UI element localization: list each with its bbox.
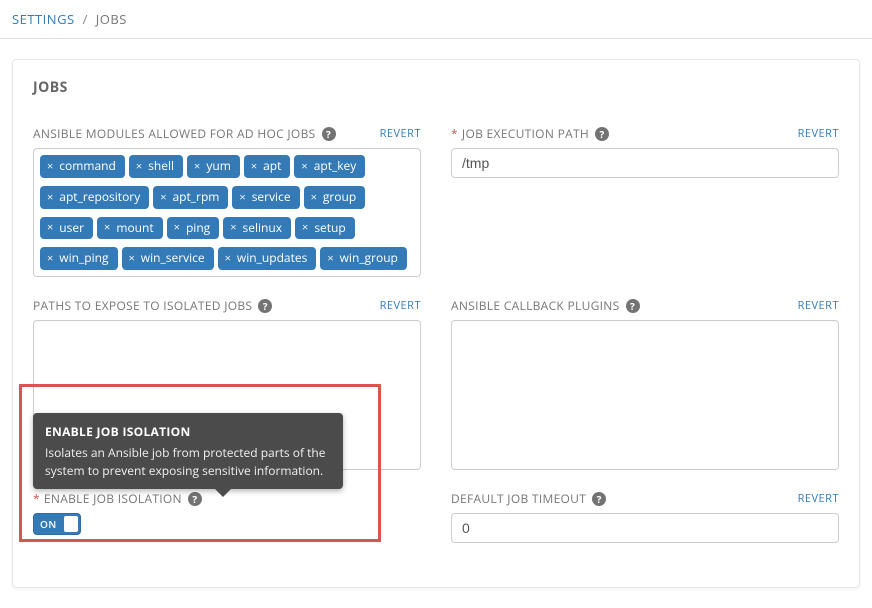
isolation-label: * ENABLE JOB ISOLATION ? xyxy=(33,490,202,507)
modules-label: ANSIBLE MODULES ALLOWED FOR AD HOC JOBS … xyxy=(33,125,336,142)
remove-tag-icon[interactable]: × xyxy=(104,220,110,235)
tag-label: service xyxy=(252,189,291,206)
tag-label: group xyxy=(323,189,356,206)
page-title: JOBS xyxy=(33,78,839,97)
module-tag[interactable]: × group xyxy=(304,186,366,209)
remove-tag-icon[interactable]: × xyxy=(47,190,53,205)
toggle-knob xyxy=(64,516,78,532)
callback-plugins-input[interactable] xyxy=(451,320,839,470)
module-tag[interactable]: × apt_repository xyxy=(40,186,149,209)
module-tag[interactable]: × yum xyxy=(187,155,240,178)
tooltip-arrow xyxy=(215,489,231,497)
remove-tag-icon[interactable]: × xyxy=(301,159,307,174)
callback-label: ANSIBLE CALLBACK PLUGINS ? xyxy=(451,297,640,314)
module-tag[interactable]: × apt_key xyxy=(294,155,365,178)
tag-label: win_ping xyxy=(59,250,108,267)
remove-tag-icon[interactable]: × xyxy=(47,220,53,235)
timeout-input[interactable] xyxy=(451,513,839,543)
remove-tag-icon[interactable]: × xyxy=(251,159,257,174)
module-tag[interactable]: × win_updates xyxy=(218,247,317,270)
tag-label: win_group xyxy=(340,250,398,267)
module-tag[interactable]: × win_service xyxy=(122,247,214,270)
required-indicator: * xyxy=(33,490,40,507)
exec-path-input[interactable] xyxy=(451,148,839,178)
revert-exec-path-button[interactable]: REVERT xyxy=(798,126,839,141)
tooltip-body: Isolates an Ansible job from protected p… xyxy=(45,444,331,479)
remove-tag-icon[interactable]: × xyxy=(239,190,245,205)
help-icon[interactable]: ? xyxy=(258,299,272,313)
module-tag[interactable]: × win_ping xyxy=(40,247,118,270)
tag-label: setup xyxy=(314,220,345,237)
tag-label: apt_repository xyxy=(59,189,140,206)
module-tag[interactable]: × ping xyxy=(167,217,220,240)
breadcrumb-current: JOBS xyxy=(96,10,127,28)
tag-label: user xyxy=(59,220,84,237)
timeout-label: DEFAULT JOB TIMEOUT ? xyxy=(451,490,606,507)
tag-label: command xyxy=(59,158,116,175)
toggle-on-label: ON xyxy=(34,517,57,531)
tag-label: win_updates xyxy=(237,250,307,267)
modules-tag-input[interactable]: × command × shell × yum × apt × apt_key × apt_repos… xyxy=(33,148,421,277)
tag-label: apt xyxy=(263,158,281,175)
tag-label: apt_rpm xyxy=(173,189,220,206)
help-icon[interactable]: ? xyxy=(188,492,202,506)
remove-tag-icon[interactable]: × xyxy=(194,159,200,174)
module-tag[interactable]: × user xyxy=(40,217,93,240)
remove-tag-icon[interactable]: × xyxy=(327,251,333,266)
module-tag[interactable]: × win_group xyxy=(320,247,407,270)
remove-tag-icon[interactable]: × xyxy=(160,190,166,205)
remove-tag-icon[interactable]: × xyxy=(302,220,308,235)
tag-label: apt_key xyxy=(314,158,357,175)
remove-tag-icon[interactable]: × xyxy=(174,220,180,235)
module-tag[interactable]: × shell xyxy=(129,155,183,178)
remove-tag-icon[interactable]: × xyxy=(129,251,135,266)
tag-label: yum xyxy=(206,158,230,175)
help-icon[interactable]: ? xyxy=(322,127,336,141)
module-tag[interactable]: × command xyxy=(40,155,125,178)
remove-tag-icon[interactable]: × xyxy=(47,159,53,174)
tag-label: win_service xyxy=(141,250,205,267)
breadcrumb-settings-link[interactable]: SETTINGS xyxy=(12,10,75,28)
required-indicator: * xyxy=(451,125,458,142)
exec-path-label: * JOB EXECUTION PATH ? xyxy=(451,125,609,142)
module-tag[interactable]: × selinux xyxy=(223,217,291,240)
tag-label: mount xyxy=(116,220,153,237)
jobs-settings-panel: JOBS ANSIBLE MODULES ALLOWED FOR AD HOC … xyxy=(12,59,860,588)
remove-tag-icon[interactable]: × xyxy=(47,251,53,266)
isolation-toggle[interactable]: ON xyxy=(33,513,81,535)
remove-tag-icon[interactable]: × xyxy=(225,251,231,266)
remove-tag-icon[interactable]: × xyxy=(311,190,317,205)
breadcrumb: SETTINGS / JOBS xyxy=(0,0,872,39)
tooltip-title: ENABLE JOB ISOLATION xyxy=(45,423,331,440)
isolation-tooltip: ENABLE JOB ISOLATION Isolates an Ansible… xyxy=(33,413,343,489)
tag-label: shell xyxy=(148,158,174,175)
module-tag[interactable]: × mount xyxy=(97,217,163,240)
remove-tag-icon[interactable]: × xyxy=(136,159,142,174)
module-tag[interactable]: × apt xyxy=(244,155,291,178)
module-tag[interactable]: × setup xyxy=(295,217,355,240)
revert-paths-expose-button[interactable]: REVERT xyxy=(380,298,421,313)
help-icon[interactable]: ? xyxy=(626,299,640,313)
help-icon[interactable]: ? xyxy=(595,127,609,141)
module-tag[interactable]: × apt_rpm xyxy=(153,186,228,209)
help-icon[interactable]: ? xyxy=(592,492,606,506)
revert-callback-button[interactable]: REVERT xyxy=(798,298,839,313)
remove-tag-icon[interactable]: × xyxy=(230,220,236,235)
paths-expose-label: PATHS TO EXPOSE TO ISOLATED JOBS ? xyxy=(33,297,272,314)
tag-label: selinux xyxy=(243,220,283,237)
tag-label: ping xyxy=(186,220,210,237)
module-tag[interactable]: × service xyxy=(232,186,299,209)
breadcrumb-separator: / xyxy=(79,10,92,28)
revert-modules-button[interactable]: REVERT xyxy=(380,126,421,141)
revert-timeout-button[interactable]: REVERT xyxy=(798,491,839,506)
